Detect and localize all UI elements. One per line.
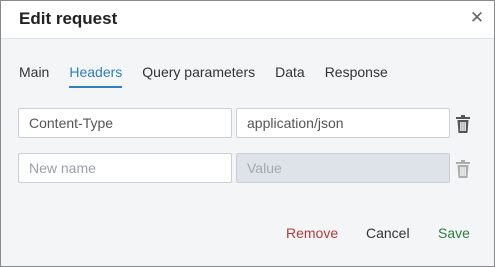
tab-data[interactable]: Data — [275, 64, 305, 88]
header-value-input[interactable] — [236, 108, 450, 138]
trash-icon — [456, 160, 470, 178]
tab-query-parameters[interactable]: Query parameters — [142, 64, 255, 88]
remove-button[interactable]: Remove — [286, 225, 338, 241]
save-button[interactable]: Save — [438, 225, 470, 241]
header-name-input[interactable] — [18, 108, 232, 138]
dialog-header: Edit request ✕ — [1, 1, 494, 39]
tab-headers[interactable]: Headers — [69, 64, 123, 88]
tab-main[interactable]: Main — [19, 64, 49, 88]
tab-bar: Main Headers Query parameters Data Respo… — [19, 64, 408, 90]
cancel-button[interactable]: Cancel — [366, 225, 410, 241]
edit-request-dialog: Edit request ✕ Main Headers Query parame… — [0, 0, 495, 267]
tab-response[interactable]: Response — [325, 64, 388, 88]
close-icon[interactable]: ✕ — [468, 8, 486, 28]
new-header-value-input — [236, 153, 450, 183]
trash-icon[interactable] — [455, 115, 471, 133]
dialog-title: Edit request — [19, 9, 118, 28]
new-header-name-input[interactable] — [18, 153, 232, 183]
